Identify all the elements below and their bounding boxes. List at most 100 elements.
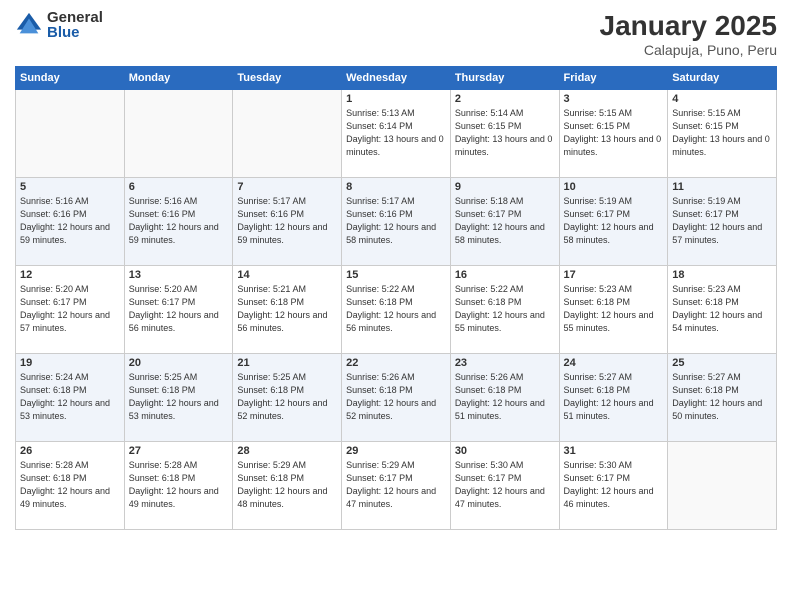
day-number: 20 xyxy=(129,357,229,369)
day-info: Sunrise: 5:27 AMSunset: 6:18 PMDaylight:… xyxy=(672,371,772,423)
day-info: Sunrise: 5:29 AMSunset: 6:17 PMDaylight:… xyxy=(346,459,446,511)
day-number: 17 xyxy=(564,269,664,281)
table-cell: 1 Sunrise: 5:13 AMSunset: 6:14 PMDaylight… xyxy=(342,90,451,178)
day-number: 4 xyxy=(672,93,772,105)
day-info: Sunrise: 5:16 AMSunset: 6:16 PMDaylight:… xyxy=(20,195,120,247)
day-number: 29 xyxy=(346,445,446,457)
day-number: 6 xyxy=(129,181,229,193)
day-number: 14 xyxy=(237,269,337,281)
day-number: 9 xyxy=(455,181,555,193)
day-number: 8 xyxy=(346,181,446,193)
header-thursday: Thursday xyxy=(450,67,559,90)
day-number: 2 xyxy=(455,93,555,105)
header-wednesday: Wednesday xyxy=(342,67,451,90)
day-info: Sunrise: 5:19 AMSunset: 6:17 PMDaylight:… xyxy=(672,195,772,247)
day-info: Sunrise: 5:28 AMSunset: 6:18 PMDaylight:… xyxy=(129,459,229,511)
day-info: Sunrise: 5:13 AMSunset: 6:14 PMDaylight:… xyxy=(346,107,446,159)
header-saturday: Saturday xyxy=(668,67,777,90)
day-info: Sunrise: 5:22 AMSunset: 6:18 PMDaylight:… xyxy=(455,283,555,335)
table-cell: 23 Sunrise: 5:26 AMSunset: 6:18 PMDayligh… xyxy=(450,354,559,442)
day-info: Sunrise: 5:23 AMSunset: 6:18 PMDaylight:… xyxy=(672,283,772,335)
table-cell: 4 Sunrise: 5:15 AMSunset: 6:15 PMDaylight… xyxy=(668,90,777,178)
logo: General Blue xyxy=(15,10,103,40)
logo-general-text: General xyxy=(47,10,103,25)
day-info: Sunrise: 5:17 AMSunset: 6:16 PMDaylight:… xyxy=(237,195,337,247)
day-info: Sunrise: 5:17 AMSunset: 6:16 PMDaylight:… xyxy=(346,195,446,247)
header: General Blue January 2025 Calapuja, Puno… xyxy=(15,10,777,58)
week-row-4: 26 Sunrise: 5:28 AMSunset: 6:18 PMDayligh… xyxy=(16,442,777,530)
table-cell xyxy=(668,442,777,530)
weekday-header-row: Sunday Monday Tuesday Wednesday Thursday… xyxy=(16,67,777,90)
table-cell: 13Sunrise: 5:20 AMSunset: 6:17 PMDayligh… xyxy=(124,266,233,354)
week-row-1: 5 Sunrise: 5:16 AMSunset: 6:16 PMDaylight… xyxy=(16,178,777,266)
table-cell: 27Sunrise: 5:28 AMSunset: 6:18 PMDayligh… xyxy=(124,442,233,530)
day-number: 12 xyxy=(20,269,120,281)
week-row-3: 19Sunrise: 5:24 AMSunset: 6:18 PMDayligh… xyxy=(16,354,777,442)
table-cell: 6Sunrise: 5:16 AMSunset: 6:16 PMDaylight… xyxy=(124,178,233,266)
day-info: Sunrise: 5:30 AMSunset: 6:17 PMDaylight:… xyxy=(455,459,555,511)
table-cell: 5 Sunrise: 5:16 AMSunset: 6:16 PMDaylight… xyxy=(16,178,125,266)
header-sunday: Sunday xyxy=(16,67,125,90)
day-number: 11 xyxy=(672,181,772,193)
calendar-title: January 2025 xyxy=(600,10,777,42)
day-info: Sunrise: 5:26 AMSunset: 6:18 PMDaylight:… xyxy=(455,371,555,423)
table-cell xyxy=(233,90,342,178)
day-info: Sunrise: 5:24 AMSunset: 6:18 PMDaylight:… xyxy=(20,371,120,423)
day-number: 18 xyxy=(672,269,772,281)
logo-text: General Blue xyxy=(47,10,103,40)
table-cell: 26 Sunrise: 5:28 AMSunset: 6:18 PMDayligh… xyxy=(16,442,125,530)
table-cell: 22 Sunrise: 5:26 AMSunset: 6:18 PMDayligh… xyxy=(342,354,451,442)
day-number: 10 xyxy=(564,181,664,193)
day-number: 24 xyxy=(564,357,664,369)
table-cell: 16 Sunrise: 5:22 AMSunset: 6:18 PMDayligh… xyxy=(450,266,559,354)
table-cell: 15Sunrise: 5:22 AMSunset: 6:18 PMDayligh… xyxy=(342,266,451,354)
day-number: 23 xyxy=(455,357,555,369)
day-number: 16 xyxy=(455,269,555,281)
table-cell: 14 Sunrise: 5:21 AMSunset: 6:18 PMDayligh… xyxy=(233,266,342,354)
day-number: 1 xyxy=(346,93,446,105)
calendar-table: Sunday Monday Tuesday Wednesday Thursday… xyxy=(15,66,777,530)
header-friday: Friday xyxy=(559,67,668,90)
table-cell: 7 Sunrise: 5:17 AMSunset: 6:16 PMDaylight… xyxy=(233,178,342,266)
day-info: Sunrise: 5:19 AMSunset: 6:17 PMDaylight:… xyxy=(564,195,664,247)
table-cell: 20 Sunrise: 5:25 AMSunset: 6:18 PMDayligh… xyxy=(124,354,233,442)
day-info: Sunrise: 5:23 AMSunset: 6:18 PMDaylight:… xyxy=(564,283,664,335)
table-cell: 8 Sunrise: 5:17 AMSunset: 6:16 PMDaylight… xyxy=(342,178,451,266)
day-info: Sunrise: 5:25 AMSunset: 6:18 PMDaylight:… xyxy=(129,371,229,423)
day-info: Sunrise: 5:14 AMSunset: 6:15 PMDaylight:… xyxy=(455,107,555,159)
table-cell: 10 Sunrise: 5:19 AMSunset: 6:17 PMDayligh… xyxy=(559,178,668,266)
day-number: 22 xyxy=(346,357,446,369)
day-number: 25 xyxy=(672,357,772,369)
header-tuesday: Tuesday xyxy=(233,67,342,90)
day-info: Sunrise: 5:25 AMSunset: 6:18 PMDaylight:… xyxy=(237,371,337,423)
calendar-subtitle: Calapuja, Puno, Peru xyxy=(600,42,777,58)
table-cell: 21 Sunrise: 5:25 AMSunset: 6:18 PMDayligh… xyxy=(233,354,342,442)
day-info: Sunrise: 5:30 AMSunset: 6:17 PMDaylight:… xyxy=(564,459,664,511)
day-number: 13 xyxy=(129,269,229,281)
table-cell: 17 Sunrise: 5:23 AMSunset: 6:18 PMDayligh… xyxy=(559,266,668,354)
logo-icon xyxy=(15,11,43,39)
table-cell xyxy=(124,90,233,178)
table-cell: 12Sunrise: 5:20 AMSunset: 6:17 PMDayligh… xyxy=(16,266,125,354)
day-number: 5 xyxy=(20,181,120,193)
day-info: Sunrise: 5:15 AMSunset: 6:15 PMDaylight:… xyxy=(564,107,664,159)
header-monday: Monday xyxy=(124,67,233,90)
day-info: Sunrise: 5:15 AMSunset: 6:15 PMDaylight:… xyxy=(672,107,772,159)
table-cell xyxy=(16,90,125,178)
day-info: Sunrise: 5:28 AMSunset: 6:18 PMDaylight:… xyxy=(20,459,120,511)
day-info: Sunrise: 5:27 AMSunset: 6:18 PMDaylight:… xyxy=(564,371,664,423)
table-cell: 29 Sunrise: 5:29 AMSunset: 6:17 PMDayligh… xyxy=(342,442,451,530)
day-number: 26 xyxy=(20,445,120,457)
day-info: Sunrise: 5:26 AMSunset: 6:18 PMDaylight:… xyxy=(346,371,446,423)
table-cell: 3Sunrise: 5:15 AMSunset: 6:15 PMDaylight… xyxy=(559,90,668,178)
logo-blue-text: Blue xyxy=(47,25,103,40)
day-info: Sunrise: 5:21 AMSunset: 6:18 PMDaylight:… xyxy=(237,283,337,335)
table-cell: 31Sunrise: 5:30 AMSunset: 6:17 PMDayligh… xyxy=(559,442,668,530)
week-row-0: 1 Sunrise: 5:13 AMSunset: 6:14 PMDaylight… xyxy=(16,90,777,178)
day-number: 7 xyxy=(237,181,337,193)
table-cell: 9 Sunrise: 5:18 AMSunset: 6:17 PMDaylight… xyxy=(450,178,559,266)
title-block: January 2025 Calapuja, Puno, Peru xyxy=(600,10,777,58)
day-info: Sunrise: 5:18 AMSunset: 6:17 PMDaylight:… xyxy=(455,195,555,247)
day-number: 21 xyxy=(237,357,337,369)
page: General Blue January 2025 Calapuja, Puno… xyxy=(0,0,792,612)
